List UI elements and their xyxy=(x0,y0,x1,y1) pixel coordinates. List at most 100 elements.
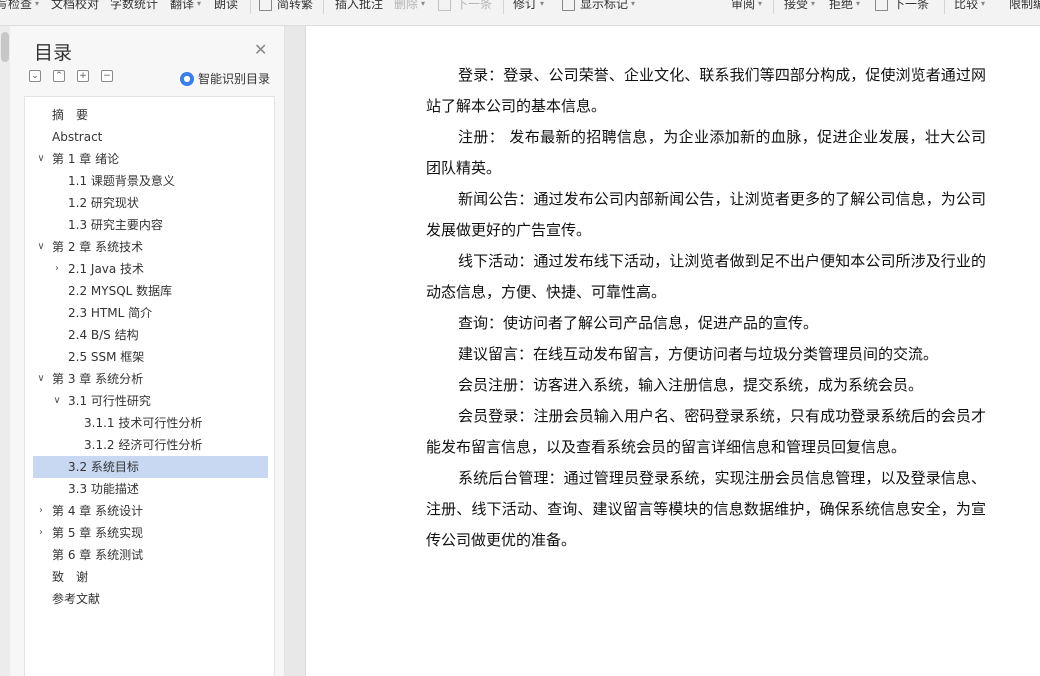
document-body[interactable]: 登录：登录、公司荣誉、企业文化、联系我们等四部分构成，促使浏览者通过网站了解本公… xyxy=(426,60,986,556)
toc-item-2-2[interactable]: 2.2 MYSQL 数据库 xyxy=(33,280,268,302)
chevron-down-icon: ▾ xyxy=(631,0,636,8)
paragraph-suggestion: 建议留言：在线互动发布留言，方便访问者与垃圾分类管理员间的交流。 xyxy=(458,345,939,363)
toc-item-chapter-5[interactable]: › 第 5 章 系统实现 xyxy=(33,522,268,544)
toc-item-acknowledgements[interactable]: 致 谢 xyxy=(33,566,268,588)
paragraph-offline-activity: 线下活动：通过发布线下活动，让浏览者做到足不出户便知本公司所涉及行业的动态信息，… xyxy=(426,252,986,301)
spell-check-button[interactable]: 写检查▾ xyxy=(0,0,39,14)
toc-item-2-1[interactable]: › 2.1 Java 技术 xyxy=(33,258,268,280)
chevron-down-icon[interactable]: ∨ xyxy=(35,236,47,258)
toc-item-1-3[interactable]: 1.3 研究主要内容 xyxy=(33,214,268,236)
proofread-label: 文档校对 xyxy=(51,0,100,11)
toc-item-label: 第 2 章 系统技术 xyxy=(52,240,144,254)
toc-item-label: 第 4 章 系统设计 xyxy=(52,504,144,518)
chevron-right-icon[interactable]: › xyxy=(35,500,47,522)
show-markup-button[interactable]: 显示标记 ▾ xyxy=(562,0,635,14)
smart-toc-label: 智能识别目录 xyxy=(198,72,271,86)
proofread-button[interactable]: 文档校对 xyxy=(51,0,99,14)
read-aloud-button[interactable]: 朗读 xyxy=(214,0,238,14)
compare-button[interactable]: 比较 ▾ xyxy=(954,0,985,14)
chevron-down-icon: ▾ xyxy=(758,0,763,8)
show-markup-label: 显示标记 xyxy=(580,0,629,11)
toolbar-divider xyxy=(250,0,251,14)
chevron-down-icon: ▾ xyxy=(197,0,202,8)
next-comment-button[interactable]: 下一条 xyxy=(438,0,492,14)
toc-item-2-4[interactable]: 2.4 B/S 结构 xyxy=(33,324,268,346)
toc-item-abstract-cn[interactable]: 摘 要 xyxy=(33,104,268,126)
accept-button[interactable]: 接受 ▾ xyxy=(784,0,815,14)
simplified-to-traditional-button[interactable]: 简转繁 xyxy=(259,0,313,14)
left-scrollbar[interactable] xyxy=(0,26,10,676)
toc-item-references[interactable]: 参考文献 xyxy=(33,588,268,610)
close-icon[interactable]: ✕ xyxy=(254,40,267,59)
review-pane-button[interactable]: 审阅 ▾ xyxy=(731,0,762,14)
chevron-right-icon[interactable]: › xyxy=(35,522,47,544)
translate-label: 翻译 xyxy=(170,0,195,11)
smart-recognition-icon: ● xyxy=(180,71,194,86)
toc-item-label: 致 谢 xyxy=(52,570,89,584)
next-comment-label: 下一条 xyxy=(456,0,493,11)
paragraph-member-login: 会员登录：注册会员输入用户名、密码登录系统，只有成功登录系统后的会员才能发布留言… xyxy=(426,407,986,456)
toc-item-chapter-6[interactable]: 第 6 章 系统测试 xyxy=(33,544,268,566)
toc-item-label: 第 6 章 系统测试 xyxy=(52,548,144,562)
review-pane-label: 审阅 xyxy=(731,0,756,11)
toc-item-1-1[interactable]: 1.1 课题背景及意义 xyxy=(33,170,268,192)
word-count-button[interactable]: 字数统计 xyxy=(110,0,158,14)
insert-comment-label: 插入批注 xyxy=(335,0,384,11)
track-changes-button[interactable]: 修订 ▾ xyxy=(513,0,544,14)
expand-all-icon[interactable]: ⌄ xyxy=(29,70,41,82)
add-heading-icon[interactable]: + xyxy=(77,70,89,82)
chevron-down-icon: ▾ xyxy=(811,0,816,8)
next-change-icon xyxy=(875,0,888,11)
document-page[interactable]: 登录：登录、公司荣誉、企业文化、联系我们等四部分构成，促使浏览者通过网站了解本公… xyxy=(305,26,1040,676)
insert-comment-button[interactable]: 插入批注 xyxy=(335,0,383,14)
translate-button[interactable]: 翻译 ▾ xyxy=(170,0,201,14)
next-change-label: 下一条 xyxy=(893,0,930,11)
restrict-editing-button[interactable]: 限制编辑 xyxy=(1009,0,1040,14)
paragraph-login: 登录：登录、公司荣誉、企业文化、联系我们等四部分构成，促使浏览者通过网站了解本公… xyxy=(426,66,986,115)
collapse-all-icon[interactable]: ⌃ xyxy=(53,70,65,82)
toc-item-chapter-1[interactable]: ∨ 第 1 章 绪论 xyxy=(33,148,268,170)
toc-item-1-2[interactable]: 1.2 研究现状 xyxy=(33,192,268,214)
chevron-down-icon: ▾ xyxy=(35,0,40,8)
toc-item-3-2[interactable]: 3.2 系统目标 xyxy=(33,456,268,478)
chevron-down-icon: ▾ xyxy=(856,0,861,8)
toc-item-2-3[interactable]: 2.3 HTML 简介 xyxy=(33,302,268,324)
toc-item-label: 2.2 MYSQL 数据库 xyxy=(68,284,173,298)
toc-item-chapter-2[interactable]: ∨ 第 2 章 系统技术 xyxy=(33,236,268,258)
remove-heading-icon[interactable]: − xyxy=(101,70,113,82)
chevron-down-icon[interactable]: ∨ xyxy=(35,368,47,390)
toc-item-label: Abstract xyxy=(52,130,103,144)
toc-item-3-1-1[interactable]: 3.1.1 技术可行性分析 xyxy=(33,412,268,434)
chevron-down-icon[interactable]: ∨ xyxy=(35,148,47,170)
delete-comment-button[interactable]: 删除 ▾ xyxy=(394,0,425,14)
word-count-label: 字数统计 xyxy=(110,0,159,11)
toc-item-label: 第 3 章 系统分析 xyxy=(52,372,144,386)
toc-item-label: 摘 要 xyxy=(52,108,89,122)
reject-button[interactable]: 拒绝 ▾ xyxy=(829,0,860,14)
toc-item-label: 参考文献 xyxy=(52,592,101,606)
toc-item-label: 2.4 B/S 结构 xyxy=(68,328,139,342)
review-ribbon: 写检查▾ 文档校对 字数统计 翻译▾ 朗读 简转繁 插入批注 删除▾ 下一条 修… xyxy=(0,0,1040,26)
toc-item-label: 1.1 课题背景及意义 xyxy=(68,174,175,188)
toc-item-label: 3.2 系统目标 xyxy=(68,460,139,474)
paragraph-query: 查询：使访问者了解公司产品信息，促进产品的宣传。 xyxy=(458,314,819,332)
toc-item-label: 3.3 功能描述 xyxy=(68,482,139,496)
toc-item-3-3[interactable]: 3.3 功能描述 xyxy=(33,478,268,500)
smart-toc-button[interactable]: ● 智能识别目录 xyxy=(180,70,270,87)
paragraph-admin: 系统后台管理：通过管理员登录系统，实现注册会员信息管理，以及登录信息、注册、线下… xyxy=(426,469,986,549)
convert-icon xyxy=(259,0,272,11)
toc-item-3-1-2[interactable]: 3.1.2 经济可行性分析 xyxy=(33,434,268,456)
toc-item-2-5[interactable]: 2.5 SSM 框架 xyxy=(33,346,268,368)
scrollbar-thumb[interactable] xyxy=(1,32,9,62)
chevron-right-icon[interactable]: › xyxy=(51,258,63,280)
chevron-down-icon[interactable]: ∨ xyxy=(51,390,63,412)
toc-item-label: 3.1 可行性研究 xyxy=(68,394,151,408)
toc-item-abstract-en[interactable]: Abstract xyxy=(33,126,268,148)
toc-item-chapter-4[interactable]: › 第 4 章 系统设计 xyxy=(33,500,268,522)
delete-comment-label: 删除 xyxy=(394,0,419,11)
toc-item-chapter-3[interactable]: ∨ 第 3 章 系统分析 xyxy=(33,368,268,390)
toc-item-label: 1.3 研究主要内容 xyxy=(68,218,163,232)
toc-item-3-1[interactable]: ∨ 3.1 可行性研究 xyxy=(33,390,268,412)
next-comment-icon xyxy=(438,0,451,11)
next-change-button[interactable]: 下一条 xyxy=(875,0,929,14)
